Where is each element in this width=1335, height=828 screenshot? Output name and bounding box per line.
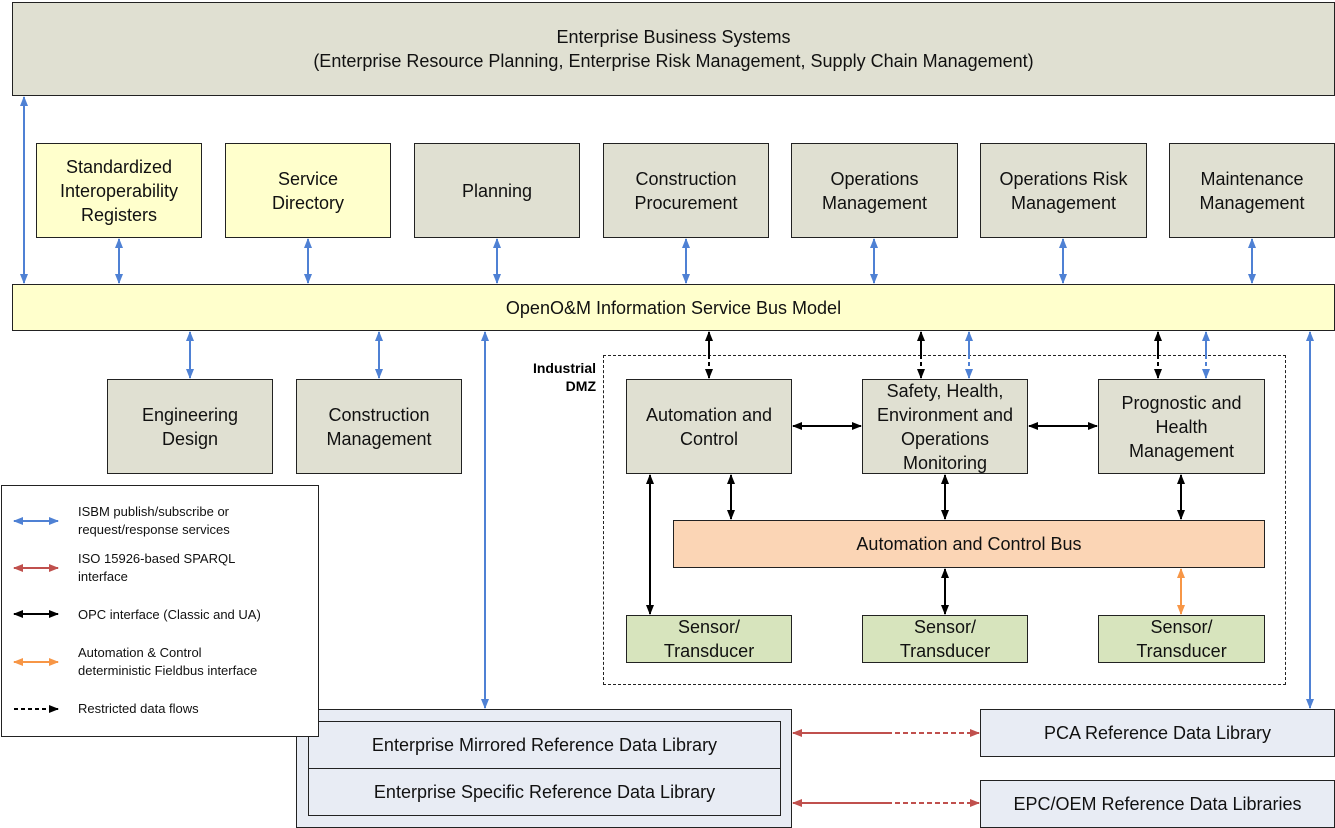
connectors [13, 96, 1314, 807]
